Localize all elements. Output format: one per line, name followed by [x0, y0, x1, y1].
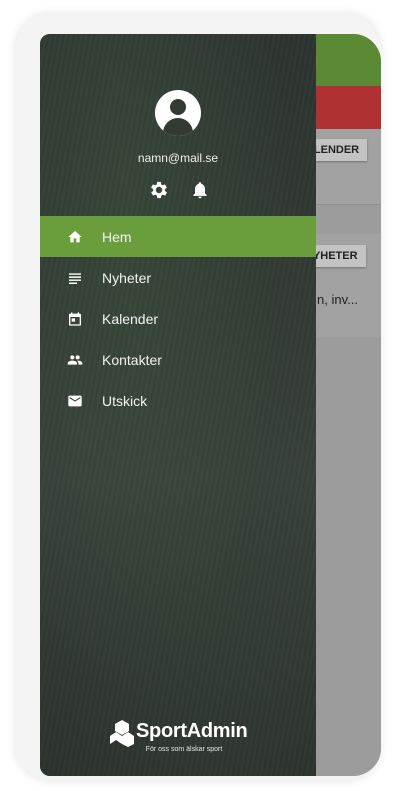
- screen: KALENDER NYHETER n, inv... namn@mail.se: [40, 34, 381, 776]
- nav-label: Kontakter: [102, 351, 162, 368]
- contacts-icon: [66, 351, 84, 369]
- header-actions: [40, 179, 316, 201]
- nav-menu: Hem Nyheter Kalender Kontakter Utskick: [40, 216, 316, 421]
- nav-label: Nyheter: [102, 269, 152, 286]
- news-icon: [66, 269, 84, 287]
- nav-item-hem[interactable]: Hem: [40, 216, 316, 257]
- brand-tagline: För oss som älskar sport: [145, 746, 223, 753]
- nav-item-nyheter[interactable]: Nyheter: [40, 257, 316, 298]
- user-email: namn@mail.se: [137, 151, 219, 165]
- nav-label: Hem: [102, 228, 132, 245]
- nav-item-kontakter[interactable]: Kontakter: [40, 339, 316, 380]
- mail-icon: [66, 392, 84, 410]
- sportadmin-logo-icon: [110, 720, 134, 747]
- news-snippet: n, inv...: [317, 292, 358, 307]
- nav-item-kalender[interactable]: Kalender: [40, 298, 316, 339]
- nav-label: Utskick: [102, 392, 148, 409]
- home-icon: [66, 228, 84, 246]
- gear-icon[interactable]: [148, 179, 170, 201]
- brand-logo: SportAdmin För oss som älskar sport: [40, 716, 316, 766]
- brand-name: SportAdmin: [136, 720, 248, 742]
- nav-item-utskick[interactable]: Utskick: [40, 380, 316, 421]
- navigation-drawer: namn@mail.se Hem Nyheter Kalender Kontak…: [40, 34, 316, 776]
- bell-icon[interactable]: [190, 179, 210, 201]
- avatar[interactable]: [155, 90, 201, 136]
- nav-label: Kalender: [102, 310, 159, 327]
- calendar-icon: [66, 310, 84, 328]
